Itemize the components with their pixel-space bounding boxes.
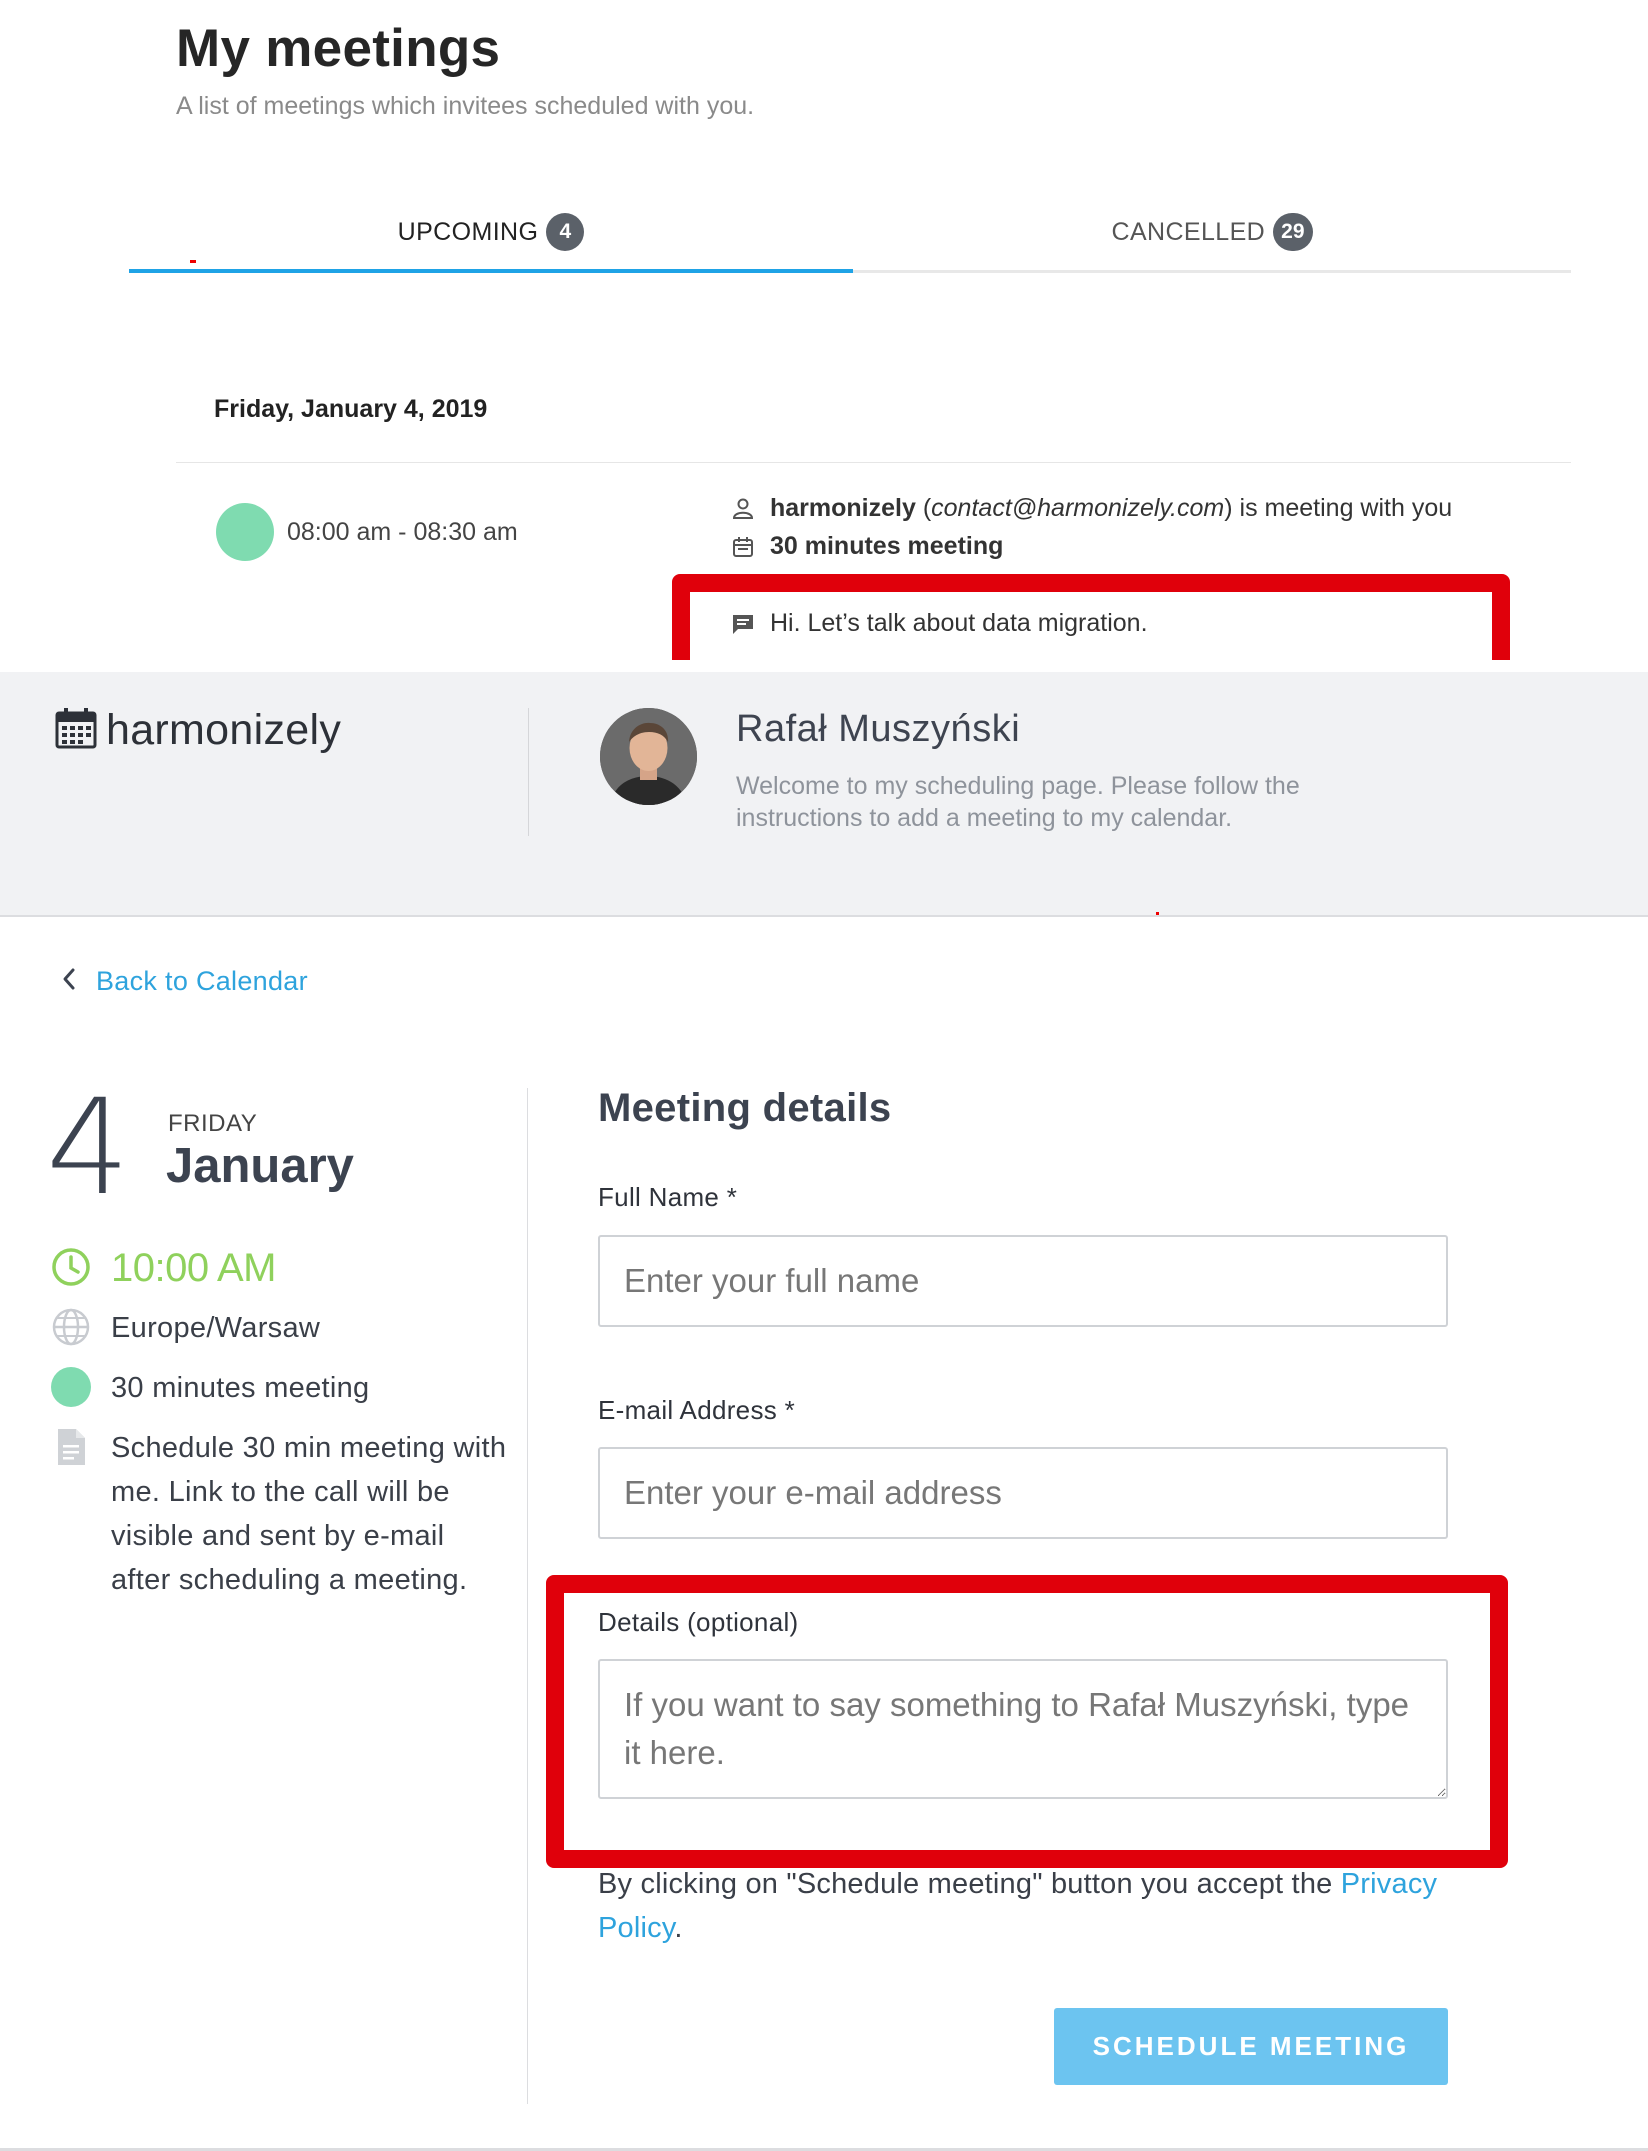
meeting-description: Schedule 30 min meeting with me. Link to… xyxy=(111,1432,507,1596)
meeting-tabs: UPCOMING 4 CANCELLED 29 xyxy=(129,190,1571,274)
tab-cancelled[interactable]: CANCELLED 29 xyxy=(853,190,1571,274)
selected-weekday: FRIDAY xyxy=(168,1110,258,1137)
tab-upcoming-label: UPCOMING xyxy=(397,217,539,246)
calendar-grid-icon xyxy=(54,706,98,755)
tab-upcoming[interactable]: UPCOMING 4 xyxy=(129,190,853,274)
selected-day-number: 4 xyxy=(46,1071,130,1225)
annotation-mark xyxy=(190,260,196,263)
meeting-invitee-line: harmonizely (contact@harmonizely.com) is… xyxy=(730,494,1452,523)
email-input[interactable] xyxy=(598,1447,1448,1539)
header-divider xyxy=(528,708,529,836)
brand-logo[interactable]: harmonizely xyxy=(54,706,341,755)
full-name-label: Full Name * xyxy=(598,1182,738,1212)
meeting-time-range: 08:00 am - 08:30 am xyxy=(287,518,518,546)
schedule-meeting-button[interactable]: SCHEDULE MEETING xyxy=(1054,2008,1448,2085)
meeting-with-text: is meeting with you xyxy=(1239,494,1453,522)
meeting-description-row: Schedule 30 min meeting with me. Link to… xyxy=(50,1426,511,1602)
list-divider xyxy=(176,462,1571,463)
column-divider xyxy=(527,1088,528,2104)
calendar-icon xyxy=(730,534,756,560)
meeting-type: 30 minutes meeting xyxy=(770,532,1004,560)
full-name-input[interactable] xyxy=(598,1235,1448,1327)
active-tab-indicator xyxy=(129,269,853,273)
meeting-type-row: 30 minutes meeting xyxy=(50,1366,369,1410)
form-title: Meeting details xyxy=(598,1086,892,1130)
page-subtitle: A list of meetings which invitees schedu… xyxy=(176,92,755,120)
date-heading: Friday, January 4, 2019 xyxy=(214,395,488,423)
selected-time: 10:00 AM xyxy=(111,1246,277,1290)
highlight-box-details xyxy=(546,1575,1508,1868)
email-label: E-mail Address * xyxy=(598,1395,795,1425)
owner-welcome-text: Welcome to my scheduling page. Please fo… xyxy=(736,772,1300,832)
back-link-label: Back to Calendar xyxy=(96,966,308,996)
header-cap xyxy=(176,660,1571,672)
meeting-type-name: 30 minutes meeting xyxy=(111,1372,370,1404)
meeting-type-line: 30 minutes meeting xyxy=(730,532,1003,561)
person-icon xyxy=(730,496,756,522)
invitee-email: contact@harmonizely.com xyxy=(931,494,1225,522)
timezone: Europe/Warsaw xyxy=(111,1312,321,1344)
page-title: My meetings xyxy=(176,19,501,78)
clock-icon xyxy=(50,1246,92,1288)
timezone-row: Europe/Warsaw xyxy=(50,1306,320,1350)
color-dot-icon xyxy=(50,1366,92,1408)
tab-cancelled-label: CANCELLED xyxy=(1111,217,1266,246)
globe-icon xyxy=(50,1306,92,1348)
consent-sentence: By clicking on "Schedule meeting" button… xyxy=(598,1868,1333,1900)
selected-time-row: 10:00 AM xyxy=(50,1246,277,1290)
consent-text: By clicking on "Schedule meeting" button… xyxy=(598,1862,1458,1950)
tab-upcoming-count-badge: 4 xyxy=(546,213,585,251)
annotation-mark xyxy=(1156,912,1159,915)
invitee-name: harmonizely xyxy=(770,494,916,522)
owner-name: Rafał Muszyński xyxy=(736,708,1021,750)
chevron-left-icon xyxy=(60,966,78,997)
avatar xyxy=(600,708,697,805)
tab-cancelled-count-badge: 29 xyxy=(1273,213,1313,251)
back-to-calendar-link[interactable]: Back to Calendar xyxy=(60,966,308,997)
selected-month: January xyxy=(166,1139,354,1193)
meeting-color-dot xyxy=(216,503,274,561)
consent-end: . xyxy=(674,1912,683,1944)
document-icon xyxy=(50,1426,92,1468)
brand-name: harmonizely xyxy=(106,706,342,754)
